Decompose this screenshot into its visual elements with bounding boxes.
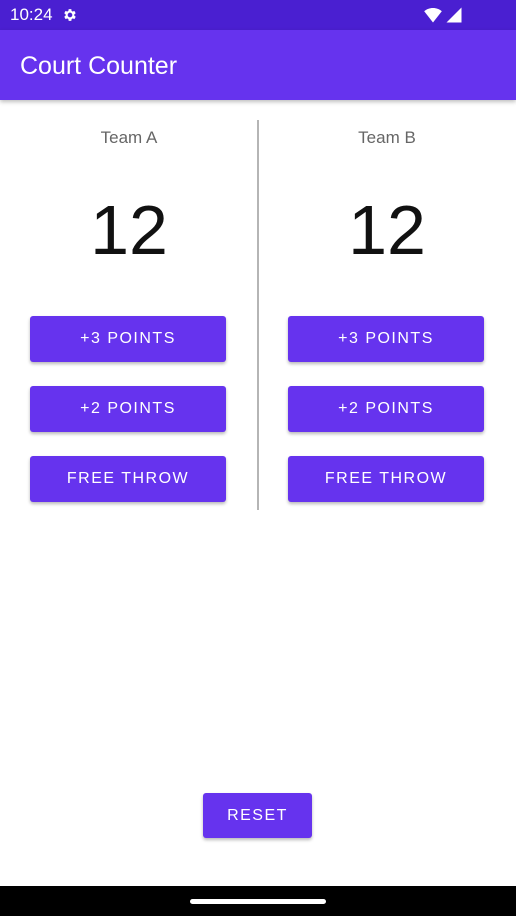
team-b-plus-2-button[interactable]: +2 POINTS	[288, 386, 484, 432]
team-b-score: 12	[348, 191, 426, 269]
home-gesture-handle[interactable]	[190, 899, 326, 904]
team-a-panel: Team A 12 +3 POINTS +2 POINTS FREE THROW	[0, 100, 258, 520]
team-b-free-throw-button[interactable]: FREE THROW	[288, 456, 484, 502]
gear-icon	[64, 9, 76, 21]
status-time: 10:24	[10, 5, 53, 24]
wifi-icon	[424, 8, 442, 23]
team-a-plus-3-button[interactable]: +3 POINTS	[30, 316, 226, 362]
navigation-bar	[0, 886, 516, 916]
team-a-free-throw-button[interactable]: FREE THROW	[30, 456, 226, 502]
team-b-panel: Team B 12 +3 POINTS +2 POINTS FREE THROW	[258, 100, 516, 520]
signal-icon	[446, 7, 462, 23]
app-screen: 10:24 Court Counter Team A 12 +3 POINTS …	[0, 0, 516, 916]
team-b-name: Team B	[358, 128, 416, 147]
team-a-plus-2-button[interactable]: +2 POINTS	[30, 386, 226, 432]
team-b-plus-3-button[interactable]: +3 POINTS	[288, 316, 484, 362]
reset-button[interactable]: RESET	[203, 793, 312, 838]
team-a-score: 12	[90, 191, 168, 269]
status-bar: 10:24	[0, 0, 516, 30]
team-a-name: Team A	[100, 128, 158, 147]
app-bar: Court Counter	[0, 30, 516, 100]
app-title: Court Counter	[20, 52, 178, 80]
